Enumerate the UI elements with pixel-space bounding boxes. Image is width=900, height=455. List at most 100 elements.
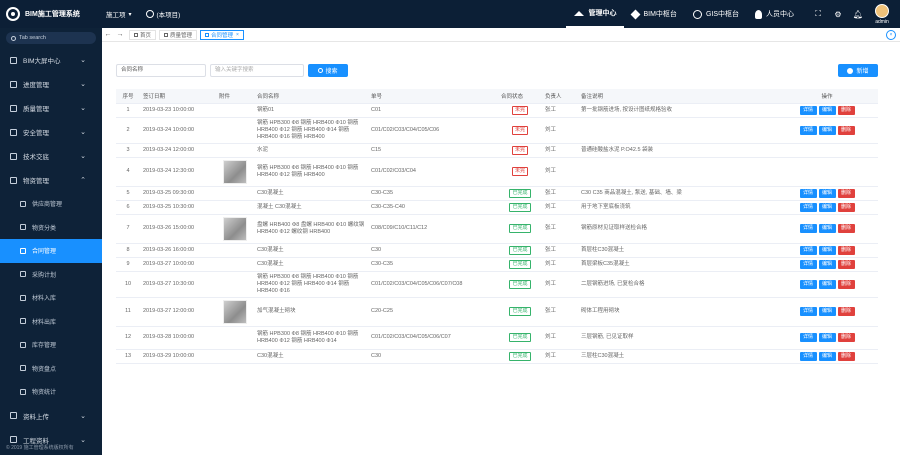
logo[interactable]: BIM施工管理系统 [0, 7, 98, 21]
sidebar-sub-item[interactable]: 供应商管理 [0, 192, 102, 216]
row-number: 9 [116, 257, 140, 272]
row-attachment [216, 200, 254, 215]
back-arrow-icon[interactable]: ← [102, 31, 114, 38]
sidebar-menu-item[interactable]: 技术交底 ⌄ [0, 144, 102, 168]
sidebar-menu-item[interactable]: 安全管理 ⌄ [0, 120, 102, 144]
row-number: 3 [116, 143, 140, 158]
sidebar-menu-item[interactable]: BIM大屏中心 ⌄ [0, 48, 102, 72]
edit-button[interactable]: 编辑 [818, 245, 836, 255]
delete-button[interactable]: 删除 [837, 188, 855, 198]
sidebar-menu-item[interactable]: 资料上传 ⌄ [0, 404, 102, 428]
forward-arrow-icon[interactable]: → [114, 31, 126, 38]
nav-item-label: GIS中枢台 [705, 11, 739, 18]
search-input[interactable]: 输入关键字搜索 [210, 64, 304, 77]
row-note: 钢筋原材见证取样送检合格 [578, 214, 776, 244]
project-scope[interactable]: (本项目) [145, 9, 180, 19]
column-header: 序号 [116, 89, 140, 104]
detail-button[interactable]: 详情 [799, 245, 817, 255]
detail-button[interactable]: 详情 [799, 105, 817, 115]
sidebar-sub-item[interactable]: 采购计划 [0, 263, 102, 287]
add-button[interactable]: 新增 [838, 64, 878, 77]
edit-button[interactable]: 编辑 [818, 125, 836, 135]
attachment-thumbnail[interactable] [223, 216, 247, 241]
delete-button[interactable]: 删除 [837, 105, 855, 115]
edit-button[interactable]: 编辑 [818, 224, 836, 233]
edit-button[interactable]: 编辑 [818, 333, 836, 342]
tab-0[interactable]: 首页 [129, 29, 157, 40]
sidebar-menu-label: 物资管理 [23, 178, 49, 185]
material-icon [10, 176, 17, 184]
sidebar-search[interactable]: Tab search [6, 32, 96, 44]
attachment-thumbnail[interactable] [223, 299, 247, 324]
tab-label: 首页 [140, 32, 152, 39]
detail-button[interactable]: 详情 [799, 279, 817, 289]
delete-button[interactable]: 删除 [837, 259, 855, 269]
row-owner: 张工 [542, 186, 578, 201]
sidebar-menu-label: 技术交底 [23, 154, 49, 161]
edit-button[interactable]: 编辑 [818, 105, 836, 115]
delete-button[interactable]: 删除 [837, 351, 855, 361]
row-name: C30混凝土 [254, 257, 368, 272]
row-name: 水泥 [254, 143, 368, 158]
tab-1[interactable]: 质量管理 [159, 29, 198, 40]
detail-button[interactable]: 详情 [799, 351, 817, 361]
detail-button[interactable]: 详情 [799, 202, 817, 212]
nav-item-1[interactable]: BIM中枢台 [624, 0, 684, 28]
row-code: C01 [368, 103, 498, 118]
row-attachment[interactable] [216, 214, 254, 244]
edit-button[interactable]: 编辑 [818, 259, 836, 269]
tech-icon [10, 152, 17, 160]
delete-button[interactable]: 删除 [837, 202, 855, 212]
search-button[interactable]: 搜索 [308, 64, 348, 77]
delete-button[interactable]: 删除 [837, 125, 855, 135]
detail-button[interactable]: 详情 [799, 188, 817, 198]
sidebar-menu-label: 安全管理 [23, 130, 49, 137]
edit-button[interactable]: 编辑 [818, 307, 836, 316]
globe-icon [145, 10, 154, 18]
edit-button[interactable]: 编辑 [818, 351, 836, 361]
close-icon[interactable]: × [236, 32, 239, 38]
close-all-tabs-icon[interactable]: × [886, 29, 896, 40]
row-attachment [216, 103, 254, 118]
delete-button[interactable]: 删除 [837, 224, 855, 233]
edit-button[interactable]: 编辑 [818, 188, 836, 198]
project-selector[interactable]: 施工项 ▾ [106, 9, 132, 20]
filter-select[interactable]: 合同名称 [116, 64, 206, 77]
sidebar-sub-item[interactable]: 物资盘点 [0, 357, 102, 381]
detail-button[interactable]: 详情 [799, 259, 817, 269]
sidebar-sub-item[interactable]: 物资分类 [0, 216, 102, 240]
settings-icon[interactable]: ⚙ [828, 10, 848, 19]
user-menu[interactable]: admin [868, 3, 896, 25]
detail-button[interactable]: 详情 [799, 224, 817, 233]
delete-button[interactable]: 删除 [837, 333, 855, 342]
nav-item-3[interactable]: 人员中心 [747, 0, 802, 28]
sidebar-sub-item[interactable]: 物资统计 [0, 380, 102, 404]
delete-button[interactable]: 删除 [837, 307, 855, 316]
fullscreen-icon[interactable]: ⛶ [808, 9, 828, 19]
sidebar-menu-item[interactable]: 进度管理 ⌄ [0, 72, 102, 96]
nav-item-2[interactable]: GIS中枢台 [685, 0, 747, 28]
delete-button[interactable]: 删除 [837, 245, 855, 255]
sidebar-sub-item[interactable]: 材料出库 [0, 310, 102, 334]
sidebar-menu-item[interactable]: 物资管理 ⌃ [0, 168, 102, 192]
row-code: C30 [368, 243, 498, 258]
row-status-cell: 已完成 [498, 214, 542, 244]
sidebar-menu-item[interactable]: 质量管理 ⌄ [0, 96, 102, 120]
row-note [578, 117, 776, 144]
attachment-thumbnail[interactable] [223, 159, 247, 184]
sidebar-sub-item[interactable]: 库存管理 [0, 333, 102, 357]
row-ops: 详情 编辑 删除 [776, 103, 878, 118]
nav-item-0[interactable]: 管理中心 [566, 0, 625, 28]
sidebar-sub-item[interactable]: 材料入库 [0, 286, 102, 310]
detail-button[interactable]: 详情 [799, 333, 817, 342]
bell-icon[interactable]: 🔔︎ [848, 10, 868, 19]
detail-button[interactable]: 详情 [799, 307, 817, 316]
row-attachment[interactable] [216, 157, 254, 187]
row-attachment[interactable] [216, 297, 254, 327]
tab-2[interactable]: 合同管理 × [200, 29, 244, 40]
delete-button[interactable]: 删除 [837, 279, 855, 289]
edit-button[interactable]: 编辑 [818, 279, 836, 289]
sidebar-sub-item[interactable]: 合同管理 [0, 239, 102, 263]
detail-button[interactable]: 详情 [799, 125, 817, 135]
edit-button[interactable]: 编辑 [818, 202, 836, 212]
